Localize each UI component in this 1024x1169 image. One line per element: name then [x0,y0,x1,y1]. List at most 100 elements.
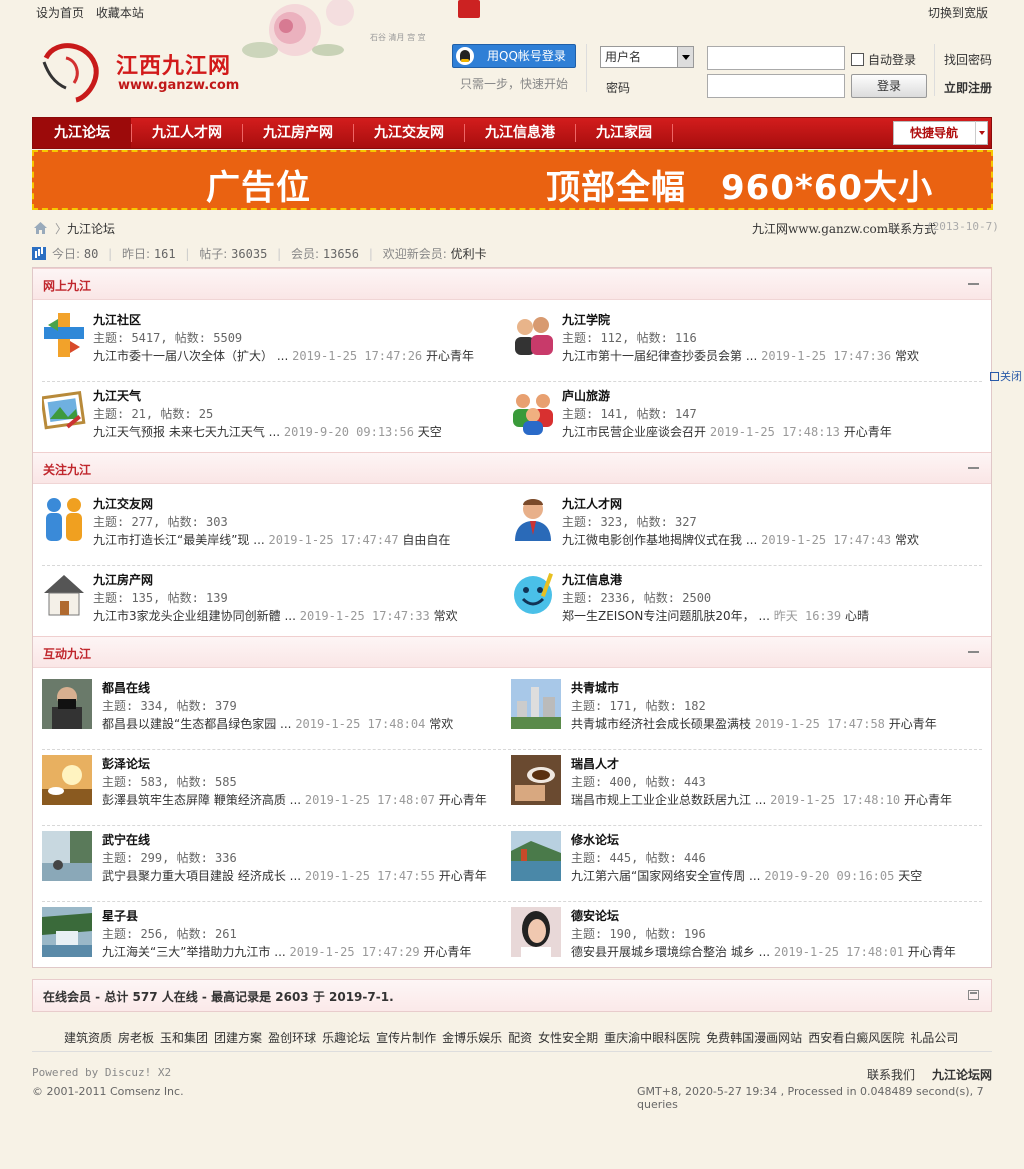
last-post-title[interactable]: 武宁县聚力重大項目建設 经济成长 ... [102,869,301,883]
river-photo-icon[interactable] [511,831,561,881]
forum-item[interactable]: 都昌在线 主题: 334, 帖数: 379 都昌县以建設“生态都昌绿色家园 ... … [42,679,502,749]
last-post-user[interactable]: 开心青年 [439,793,487,807]
nav-item-jobs[interactable]: 九江人才网 [132,118,242,148]
category-title[interactable]: 互动九江 [43,645,91,662]
nav-item-realestate[interactable]: 九江房产网 [243,118,353,148]
forum-name[interactable]: 修水论坛 [571,831,619,848]
friend-link[interactable]: 女性安全期 [538,1031,598,1045]
friend-link[interactable]: 建筑资质 [64,1031,112,1045]
contact-info[interactable]: 九江网www.ganzw.com联系方式 [752,220,936,237]
forum-name[interactable]: 都昌在线 [102,679,150,696]
footer-site-link[interactable]: 九江论坛网 [932,1066,992,1083]
forum-name[interactable]: 彭泽论坛 [102,755,150,772]
landscape-picture-icon[interactable] [40,387,86,435]
forum-name[interactable]: 九江信息港 [562,571,622,588]
password-input[interactable] [707,74,845,98]
last-post-user[interactable]: 常欢 [429,717,453,731]
copyright[interactable]: © 2001-2011 Comsenz Inc. [32,1085,184,1098]
collapse-icon[interactable] [968,990,979,1000]
last-post-user[interactable]: 开心青年 [904,793,952,807]
quick-nav-button[interactable]: 快捷导航 [893,121,988,145]
powered-by[interactable]: Powered by Discuz! X2 [32,1066,171,1079]
photographer-photo-icon[interactable] [42,679,92,729]
last-post-user[interactable]: 开心青年 [844,425,892,439]
forum-name[interactable]: 九江天气 [93,387,141,404]
friend-link[interactable]: 乐趣论坛 [322,1031,370,1045]
close-float-button[interactable]: 关闭 [990,368,1022,384]
switch-wide-link[interactable]: 切换到宽版 [928,4,988,21]
lake-photo-icon[interactable] [42,831,92,881]
forum-item[interactable]: 九江社区 主题: 5417, 帖数: 5509 九江市委十一届八次全体（扩大） ..… [42,311,502,381]
forum-item[interactable]: 九江学院 主题: 112, 帖数: 116 九江市第十一届纪律查抄委员会第 ... … [511,311,971,381]
forum-item[interactable]: 庐山旅游 主题: 141, 帖数: 147 九江市民营企业座谈会召开 2019-1-… [511,387,971,457]
chevron-down-icon[interactable] [975,121,988,145]
waterfall-photo-icon[interactable] [42,907,92,957]
friend-link[interactable]: 礼品公司 [910,1031,958,1045]
chevron-down-icon[interactable] [677,47,693,67]
online-members-text[interactable]: 在线会员 - 总计 577 人在线 - 最高记录是 2603 于 2019-7-… [43,988,394,1005]
friend-link[interactable]: 免费韩国漫画网站 [706,1031,802,1045]
last-post-title[interactable]: 共青城市经济社会成长硕果盈满枝 [571,717,751,731]
forum-item[interactable]: 九江天气 主题: 21, 帖数: 25 九江天气预报 未来七天九江天气 ... 20… [40,387,502,457]
forum-item[interactable]: 瑞昌人才 主题: 400, 帖数: 443 瑞昌市规上工业企业总数跃居九江 ... … [511,755,971,825]
group-icon[interactable] [511,387,555,435]
find-password-link[interactable]: 找回密码 [944,51,992,68]
friend-link[interactable]: 房老板 [118,1031,154,1045]
forum-item[interactable]: 九江房产网 主题: 135, 帖数: 139 九江市3家龙头企业组建协同创新體 ..… [42,571,502,641]
close-icon[interactable] [990,372,999,381]
collapse-icon[interactable] [968,651,979,653]
forum-item[interactable]: 修水论坛 主题: 445, 帖数: 446 九江第六届“国家网络安全宣传周 ... … [511,831,971,901]
last-post-title[interactable]: 九江市3家龙头企业组建协同创新體 ... [93,609,296,623]
friend-link[interactable]: 宣传片制作 [376,1031,436,1045]
last-post-user[interactable]: 开心青年 [439,869,487,883]
last-post-title[interactable]: 九江天气预报 未来七天九江天气 ... [93,425,280,439]
couple-icon[interactable] [42,495,86,543]
forum-item[interactable]: 共青城市 主题: 171, 帖数: 182 共青城市经济社会成长硕果盈满枝 2019… [511,679,971,749]
nav-item-info[interactable]: 九江信息港 [465,118,575,148]
forum-name[interactable]: 九江交友网 [93,495,153,512]
last-post-title[interactable]: 彭澤县筑牢生态屏障 鞭策经济高质 ... [102,793,301,807]
last-post-user[interactable]: 开心青年 [889,717,937,731]
last-post-user[interactable]: 开心青年 [423,945,471,959]
category-header[interactable] [33,636,991,668]
friend-link[interactable]: 玉和集团 [160,1031,208,1045]
house-icon[interactable] [42,571,86,619]
category-header[interactable] [33,268,991,300]
last-post-title[interactable]: 九江市委十一届八次全体（扩大） ... [93,349,288,363]
forum-name[interactable]: 共青城市 [571,679,619,696]
last-post-user[interactable]: 开心青年 [426,349,474,363]
forum-name[interactable]: 九江房产网 [93,571,153,588]
forum-item[interactable]: 彭泽论坛 主题: 583, 帖数: 585 彭澤县筑牢生态屏障 鞭策经济高质 ...… [42,755,502,825]
forum-name[interactable]: 星子县 [102,907,138,924]
forum-item[interactable]: 武宁在线 主题: 299, 帖数: 336 武宁县聚力重大項目建設 经济成长 ...… [42,831,502,901]
last-post-user[interactable]: 天空 [418,425,442,439]
login-button[interactable]: 登录 [851,74,927,98]
forum-item[interactable]: 九江交友网 主题: 277, 帖数: 303 九江市打造长江“最美岸线”现 ... … [42,495,502,565]
collapse-icon[interactable] [968,467,979,469]
last-post-title[interactable]: 九江市民营企业座谈会召开 [562,425,706,439]
auto-login-label[interactable]: 自动登录 [868,51,916,68]
collapse-icon[interactable] [968,283,979,285]
last-post-user[interactable]: 常欢 [895,533,919,547]
breadcrumb-current[interactable]: 九江论坛 [67,220,115,237]
logo-url[interactable]: www.ganzw.com [118,78,239,93]
last-post-title[interactable]: 九江海关“三大”举措助力九江市 ... [102,945,286,959]
users-icon[interactable] [511,311,555,359]
nav-item-home[interactable]: 九江家园 [576,118,672,148]
forum-name[interactable]: 瑞昌人才 [571,755,619,772]
smiley-icon[interactable] [511,571,555,619]
friend-link[interactable]: 团建方案 [214,1031,262,1045]
forum-name[interactable]: 武宁在线 [102,831,150,848]
last-post-title[interactable]: 九江市第十一届纪律查抄委员会第 ... [562,349,757,363]
businessman-icon[interactable] [511,495,555,543]
girl-photo-icon[interactable] [511,907,561,957]
forum-item[interactable]: 德安论坛 主题: 190, 帖数: 196 德安县开展城乡環境综合整治 城乡 ...… [511,907,971,977]
friend-link[interactable]: 配资 [508,1031,532,1045]
home-icon[interactable] [34,222,47,234]
forum-name[interactable]: 九江学院 [562,311,610,328]
forum-name[interactable]: 庐山旅游 [562,387,610,404]
set-home-link[interactable]: 设为首页 [36,6,84,20]
auto-login-checkbox[interactable] [851,53,864,66]
coffee-photo-icon[interactable] [511,755,561,805]
username-input[interactable] [707,46,845,70]
